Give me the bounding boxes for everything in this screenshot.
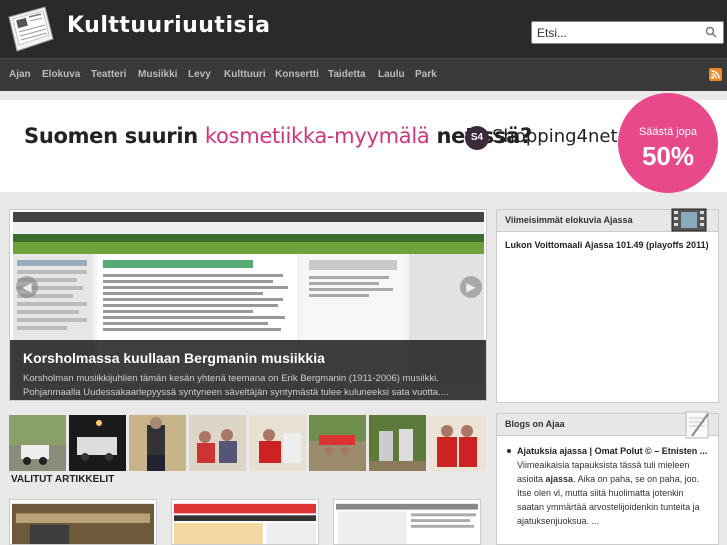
thumbnail[interactable] xyxy=(249,415,306,471)
nav-item-laulu[interactable]: Laulu xyxy=(378,69,405,80)
chevron-right-icon: ▶ xyxy=(466,280,476,294)
article-card[interactable] xyxy=(333,499,481,545)
featured-articles-heading: VALITUT ARTIKKELIT xyxy=(11,474,115,485)
promo-badge[interactable]: Säästä jopa 50% xyxy=(618,93,718,193)
nav-item-konsertti[interactable]: Konsertti xyxy=(275,69,319,80)
nav-item-levy[interactable]: Levy xyxy=(188,69,211,80)
promo-line-1: Säästä jopa xyxy=(638,126,698,138)
featured-slider[interactable]: ◀ ▶ Korsholmassa kuullaan Bergmanin musi… xyxy=(9,209,487,401)
newspaper-logo-icon[interactable] xyxy=(5,5,57,53)
slider-prev-button[interactable]: ◀ xyxy=(16,276,38,298)
slider-next-button[interactable]: ▶ xyxy=(460,276,482,298)
main-nav: Ajan Elokuva Teatteri Musiikki Levy Kult… xyxy=(0,58,727,91)
site-header: Kulttuuriuutisia xyxy=(0,0,727,58)
thumbnail[interactable] xyxy=(9,415,66,471)
article-card[interactable] xyxy=(171,499,319,545)
thumbnail[interactable] xyxy=(429,415,486,471)
blog-item: Ajatuksia ajassa | Omat Polut © – Etnist… xyxy=(505,444,710,528)
search-box xyxy=(531,21,724,44)
blog-list: Ajatuksia ajassa | Omat Polut © – Etnist… xyxy=(497,436,718,528)
site-title[interactable]: Kulttuuriuutisia xyxy=(67,13,270,38)
article-card[interactable] xyxy=(9,499,157,545)
chevron-left-icon: ◀ xyxy=(22,280,32,294)
thumbnail[interactable] xyxy=(369,415,426,471)
thumbnail[interactable] xyxy=(309,415,366,471)
nav-item-elokuva[interactable]: Elokuva xyxy=(42,69,80,80)
slide-title[interactable]: Korsholmassa kuullaan Bergmanin musiikki… xyxy=(23,350,325,366)
movie-link[interactable]: Lukon Voittomaali Ajassa 101.49 (playoff… xyxy=(497,232,718,258)
latest-movies-widget: Viimeisimmät elokuvia Ajassa Lukon Voitt… xyxy=(496,209,719,403)
thumbnail[interactable] xyxy=(69,415,126,471)
search-icon[interactable] xyxy=(705,26,717,38)
nav-item-ajan[interactable]: Ajan xyxy=(9,69,31,80)
search-input[interactable] xyxy=(532,22,692,43)
nav-item-teatteri[interactable]: Teatteri xyxy=(91,69,126,80)
shopping4net-logo-icon[interactable]: S4 xyxy=(465,126,489,150)
slide-excerpt: Korsholman musiikkijuhlien tämän kesän y… xyxy=(23,373,449,398)
nav-item-park[interactable]: Park xyxy=(415,69,437,80)
blog-item-excerpt: Viimeaikaisia tapauksista tässä tuli mie… xyxy=(517,460,700,526)
nav-item-musiikki[interactable]: Musiikki xyxy=(138,69,177,80)
slide-caption: Korsholmassa kuullaan Bergmanin musiikki… xyxy=(10,340,486,400)
thumbnail[interactable] xyxy=(129,415,186,471)
film-reel-icon xyxy=(671,208,707,232)
nav-item-kulttuuri[interactable]: Kulttuuri xyxy=(224,69,266,80)
nav-item-taidetta[interactable]: Taidetta xyxy=(328,69,366,80)
promo-line-2: 50% xyxy=(641,141,695,171)
rss-icon[interactable] xyxy=(709,68,722,81)
blog-item-title[interactable]: Ajatuksia ajassa | Omat Polut © – Etnist… xyxy=(517,444,710,458)
ad-banner-headline: Suomen suurin kosmetiikka-myymälä netiss… xyxy=(24,124,532,148)
notepad-pencil-icon xyxy=(685,411,709,439)
shopping4net-brand[interactable]: Shopping4net xyxy=(492,126,618,147)
thumbnail[interactable] xyxy=(189,415,246,471)
